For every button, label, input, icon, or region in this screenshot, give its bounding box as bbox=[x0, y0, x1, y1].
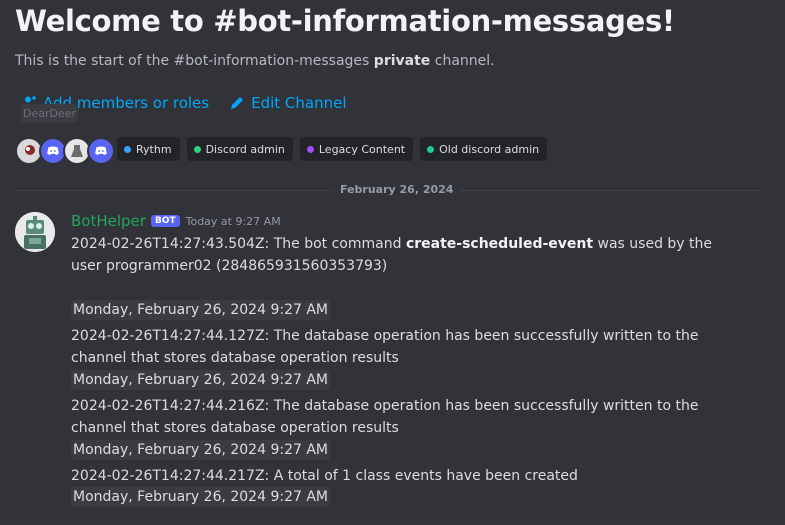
role-color-dot bbox=[306, 145, 314, 153]
user-avatar-icon bbox=[67, 141, 87, 161]
bot-tag: BOT bbox=[150, 215, 180, 227]
role-label: Discord admin bbox=[205, 142, 285, 156]
message-line: 2024-02-26T14:27:44.217Z: A total of 1 c… bbox=[71, 468, 578, 484]
role-color-dot bbox=[124, 145, 131, 153]
role-pill-legacy-content[interactable]: Legacy Content bbox=[299, 137, 414, 161]
message-line: 2024-02-26T14:27:44.216Z: The database o… bbox=[71, 398, 699, 436]
timestamp-chip[interactable]: Monday, February 26, 2024 9:27 AM bbox=[71, 300, 330, 320]
date-divider-label: February 26, 2024 bbox=[333, 183, 461, 196]
user-avatar-icon bbox=[19, 141, 39, 161]
bot-avatar[interactable] bbox=[15, 212, 55, 252]
role-pill-discord-admin[interactable]: Discord admin bbox=[186, 137, 293, 161]
edit-channel-button[interactable]: Edit Channel bbox=[229, 94, 347, 112]
subtitle-private: private bbox=[373, 53, 431, 69]
role-label: Legacy Content bbox=[318, 142, 406, 156]
role-label: Rythm bbox=[136, 142, 172, 156]
message-line: 2024-02-26T14:27:44.127Z: The database o… bbox=[71, 328, 699, 366]
role-pill-old-discord-admin[interactable]: Old discord admin bbox=[420, 137, 548, 161]
discord-icon bbox=[95, 146, 107, 156]
role-label: Old discord admin bbox=[439, 142, 540, 156]
message-header: BotHelper BOT Today at 9:27 AM bbox=[71, 212, 281, 230]
timestamp-chip[interactable]: Monday, February 26, 2024 9:27 AM bbox=[71, 370, 330, 390]
discord-icon bbox=[47, 146, 59, 156]
message-line: 2024-02-26T14:27:43.504Z: The bot comman… bbox=[71, 233, 721, 277]
role-color-dot bbox=[193, 145, 201, 153]
role-pill-rythm[interactable]: Rythm bbox=[117, 137, 180, 161]
subtitle-prefix: This is the start of the #bot-informatio… bbox=[15, 53, 374, 69]
channel-welcome-title: Welcome to #bot-information-messages! bbox=[15, 4, 675, 38]
bot-username[interactable]: BotHelper bbox=[71, 212, 146, 230]
message-line-pre: 2024-02-26T14:27:43.504Z: The bot comman… bbox=[71, 236, 406, 252]
robot-avatar-icon bbox=[15, 212, 55, 252]
edit-channel-label: Edit Channel bbox=[251, 94, 347, 112]
member-avatar[interactable] bbox=[87, 137, 115, 165]
pencil-icon bbox=[231, 97, 244, 109]
member-avatars[interactable] bbox=[15, 137, 115, 165]
hover-tooltip: DearDeer bbox=[21, 104, 79, 123]
channel-welcome-subtitle: This is the start of the #bot-informatio… bbox=[15, 53, 495, 69]
role-color-dot bbox=[427, 145, 435, 153]
timestamp-chip[interactable]: Monday, February 26, 2024 9:27 AM bbox=[71, 487, 330, 507]
command-name: create-scheduled-event bbox=[405, 236, 594, 252]
timestamp-chip[interactable]: Monday, February 26, 2024 9:27 AM bbox=[71, 440, 330, 460]
subtitle-suffix: channel. bbox=[430, 53, 495, 69]
role-list: Rythm Discord admin Legacy Content Old d… bbox=[117, 137, 548, 161]
message-timestamp[interactable]: Today at 9:27 AM bbox=[186, 215, 281, 228]
